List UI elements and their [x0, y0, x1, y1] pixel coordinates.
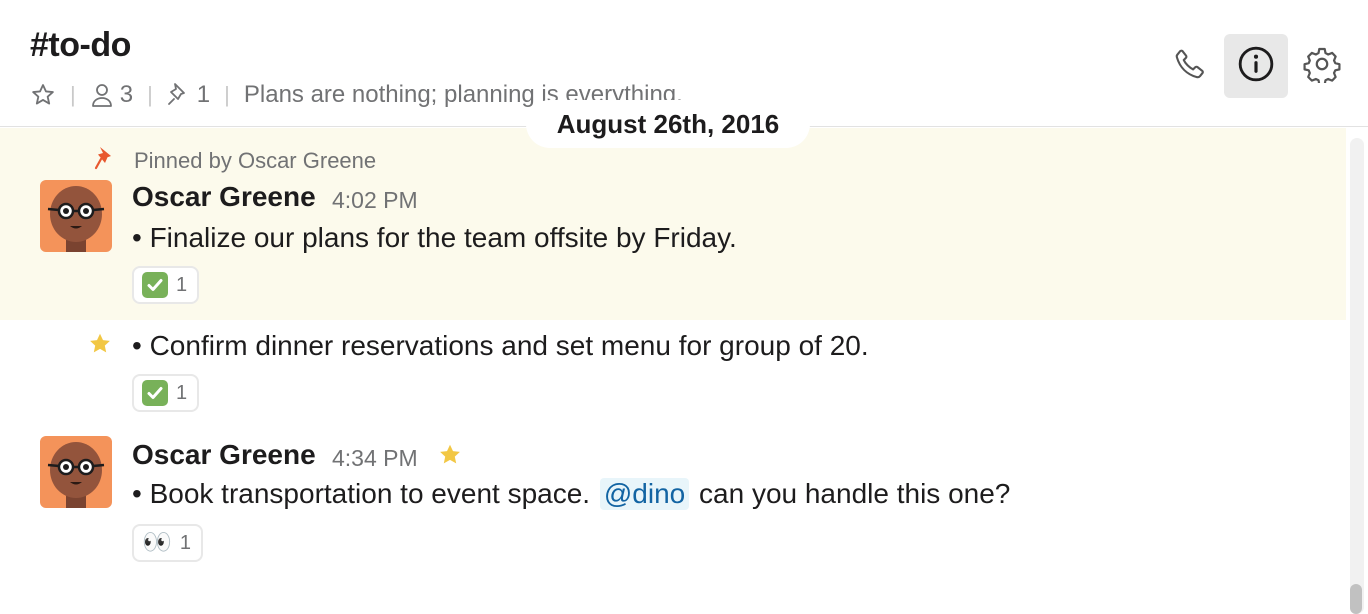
reaction-check[interactable]: 1	[132, 374, 200, 412]
avatar[interactable]	[40, 436, 112, 508]
sender-name[interactable]: Oscar Greene	[132, 181, 316, 213]
pin-icon	[94, 146, 116, 176]
scrollbar-track[interactable]	[1350, 138, 1364, 614]
star-outline-icon[interactable]	[30, 82, 56, 108]
channel-details-button[interactable]	[1224, 34, 1288, 98]
user-mention[interactable]: @dino	[599, 478, 690, 510]
pinned-note: Pinned by Oscar Greene	[94, 146, 376, 176]
gear-icon	[1303, 45, 1341, 88]
info-icon	[1237, 45, 1275, 88]
reaction-count: 1	[176, 273, 188, 296]
avatar[interactable]	[40, 180, 112, 252]
meta-divider: |	[147, 82, 153, 107]
message-text: • Confirm dinner reservations and set me…	[132, 330, 869, 361]
pin-outline-icon[interactable]: 1	[167, 81, 210, 109]
sender-name[interactable]: Oscar Greene	[132, 439, 316, 471]
members-icon[interactable]: 3	[90, 81, 133, 109]
star-icon[interactable]	[88, 332, 112, 361]
call-button[interactable]	[1158, 34, 1222, 98]
message-text: • Finalize our plans for the team offsit…	[132, 222, 737, 253]
message-timestamp[interactable]: 4:34 PM	[332, 445, 418, 472]
white-check-mark-icon	[142, 272, 168, 298]
reaction-check[interactable]: 1	[132, 266, 200, 304]
message-text-after: can you handle this one?	[691, 478, 1011, 509]
meta-divider: |	[224, 82, 230, 107]
reaction-count: 1	[176, 381, 188, 404]
pinned-count: 1	[196, 81, 211, 108]
scrollbar-thumb[interactable]	[1350, 584, 1362, 614]
oscar-greene-avatar-image	[40, 180, 112, 252]
member-count: 3	[119, 81, 134, 108]
phone-icon	[1173, 47, 1207, 86]
oscar-greene-avatar-image	[40, 436, 112, 508]
message-timestamp[interactable]: 4:02 PM	[332, 187, 418, 214]
channel-name[interactable]: #to-do	[30, 26, 131, 65]
reaction-eyes[interactable]: 👀 1	[132, 524, 204, 562]
message-text-before: • Book transportation to event space.	[132, 478, 598, 509]
pinned-by-label: Pinned by Oscar Greene	[134, 148, 377, 173]
white-check-mark-icon	[142, 380, 168, 406]
date-divider[interactable]: August 26th, 2016	[526, 100, 810, 148]
meta-divider: |	[70, 82, 76, 107]
reaction-count: 1	[179, 531, 192, 554]
channel-settings-button[interactable]	[1290, 34, 1354, 98]
star-icon[interactable]	[438, 443, 462, 472]
message-text: • Book transportation to event space. @d…	[132, 478, 1010, 510]
eyes-icon: 👀	[142, 529, 172, 556]
